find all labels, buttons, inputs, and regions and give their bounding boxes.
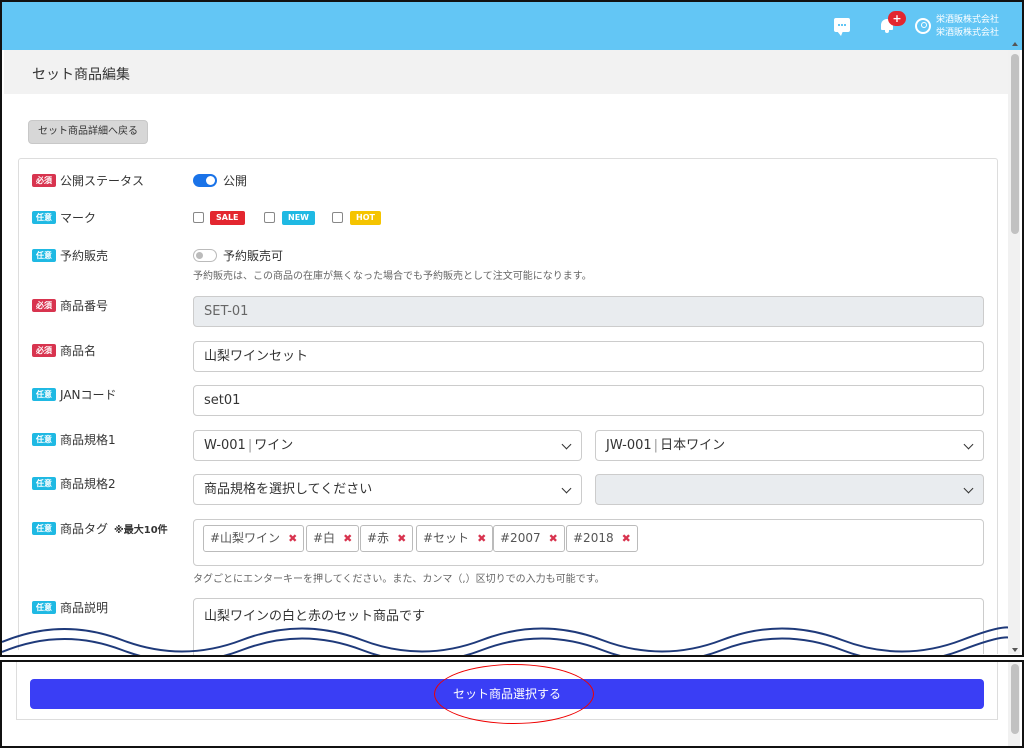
- main-window: + 栄酒販株式会社 栄酒販株式会社 セット商品編集 セット商品詳細へ戻る 必須 …: [0, 0, 1024, 657]
- scrollbar-thumb[interactable]: [1011, 54, 1019, 234]
- jan-field[interactable]: set01: [193, 385, 984, 416]
- tag-item: #2007 ✖: [493, 525, 565, 552]
- product-code-label: 必須 商品番号: [32, 297, 108, 314]
- remove-tag-icon[interactable]: ✖: [397, 526, 406, 551]
- required-badge: 必須: [32, 174, 56, 187]
- product-name-label: 必須 商品名: [32, 342, 96, 359]
- remove-tag-icon[interactable]: ✖: [477, 526, 486, 551]
- page-header: [4, 50, 1008, 94]
- chevron-down-icon: [561, 483, 572, 494]
- mark-sale-badge: SALE: [210, 211, 245, 225]
- spec2-select-1[interactable]: 商品規格を選択してください: [193, 474, 582, 505]
- mark-row-label: 任意 マーク: [32, 209, 96, 226]
- chevron-down-icon: [963, 483, 974, 494]
- back-to-detail-button[interactable]: セット商品詳細へ戻る: [28, 120, 148, 144]
- required-badge: 必須: [32, 299, 56, 312]
- remove-tag-icon[interactable]: ✖: [288, 526, 297, 551]
- scroll-down-arrow-icon[interactable]: [1012, 648, 1018, 652]
- mark-sale-checkbox[interactable]: [193, 212, 204, 223]
- tags-label: 任意 商品タグ ※最大10件: [32, 520, 168, 537]
- chat-icon[interactable]: [834, 18, 850, 36]
- remove-tag-icon[interactable]: ✖: [549, 526, 558, 551]
- footer-window: セット商品選択する: [0, 660, 1024, 748]
- product-name-field[interactable]: 山梨ワインセット: [193, 341, 984, 372]
- mark-hot-badge: HOT: [350, 211, 381, 225]
- optional-badge: 任意: [32, 249, 56, 262]
- optional-badge: 任意: [32, 388, 56, 401]
- mark-new-checkbox[interactable]: [264, 212, 275, 223]
- required-badge: 必須: [32, 344, 56, 357]
- user-icon[interactable]: [915, 18, 931, 34]
- scrollbar-thumb[interactable]: [1011, 664, 1019, 734]
- notification-badge: +: [888, 11, 906, 26]
- spec2-select-2: [595, 474, 984, 505]
- preorder-help-text: 予約販売は、この商品の在庫が無くなった場合でも予約販売として注文可能になります。: [193, 271, 592, 282]
- spec1-label: 任意 商品規格1: [32, 431, 116, 448]
- tags-input[interactable]: #山梨ワイン ✖ #白 ✖ #赤 ✖ #セット ✖ #2007 ✖ #2018 ✖: [193, 519, 984, 566]
- mark-new-badge: NEW: [282, 211, 315, 225]
- status-row-label: 必須 公開ステータス: [32, 172, 144, 189]
- tags-help-text: タグごとにエンターキーを押してください。また、カンマ（,）区切りでの入力も可能で…: [193, 574, 605, 585]
- optional-badge: 任意: [32, 477, 56, 490]
- top-navbar: + 栄酒販株式会社 栄酒販株式会社: [2, 2, 1022, 50]
- page-title: セット商品編集: [32, 67, 130, 83]
- remove-tag-icon[interactable]: ✖: [622, 526, 631, 551]
- preorder-toggle-label: 予約販売可: [223, 249, 284, 263]
- tag-item: #セット ✖: [416, 525, 494, 552]
- spec1-select-2[interactable]: JW-001 | 日本ワイン: [595, 430, 984, 461]
- tag-item: #山梨ワイン ✖: [203, 525, 305, 552]
- highlight-circle: [434, 664, 594, 724]
- optional-badge: 任意: [32, 433, 56, 446]
- mark-hot-checkbox[interactable]: [332, 212, 343, 223]
- optional-badge: 任意: [32, 522, 56, 535]
- product-code-field: SET-01: [193, 296, 984, 327]
- jan-label: 任意 JANコード: [32, 386, 117, 403]
- spec1-select-1[interactable]: W-001 | ワイン: [193, 430, 582, 461]
- tag-item: #赤 ✖: [360, 525, 414, 552]
- tag-item: #白 ✖: [306, 525, 360, 552]
- scroll-up-arrow-icon[interactable]: [1012, 42, 1018, 46]
- torn-edge-wave: [2, 626, 1012, 655]
- spec2-label: 任意 商品規格2: [32, 475, 116, 492]
- preorder-row-label: 任意 予約販売: [32, 247, 108, 264]
- tag-item: #2018 ✖: [566, 525, 638, 552]
- optional-badge: 任意: [32, 211, 56, 224]
- chevron-down-icon: [561, 439, 572, 450]
- status-toggle[interactable]: [193, 174, 217, 187]
- remove-tag-icon[interactable]: ✖: [343, 526, 352, 551]
- chevron-down-icon: [963, 439, 974, 450]
- company-name[interactable]: 栄酒販株式会社 栄酒販株式会社: [936, 14, 999, 40]
- status-toggle-label: 公開: [223, 174, 248, 188]
- preorder-toggle[interactable]: [193, 249, 217, 262]
